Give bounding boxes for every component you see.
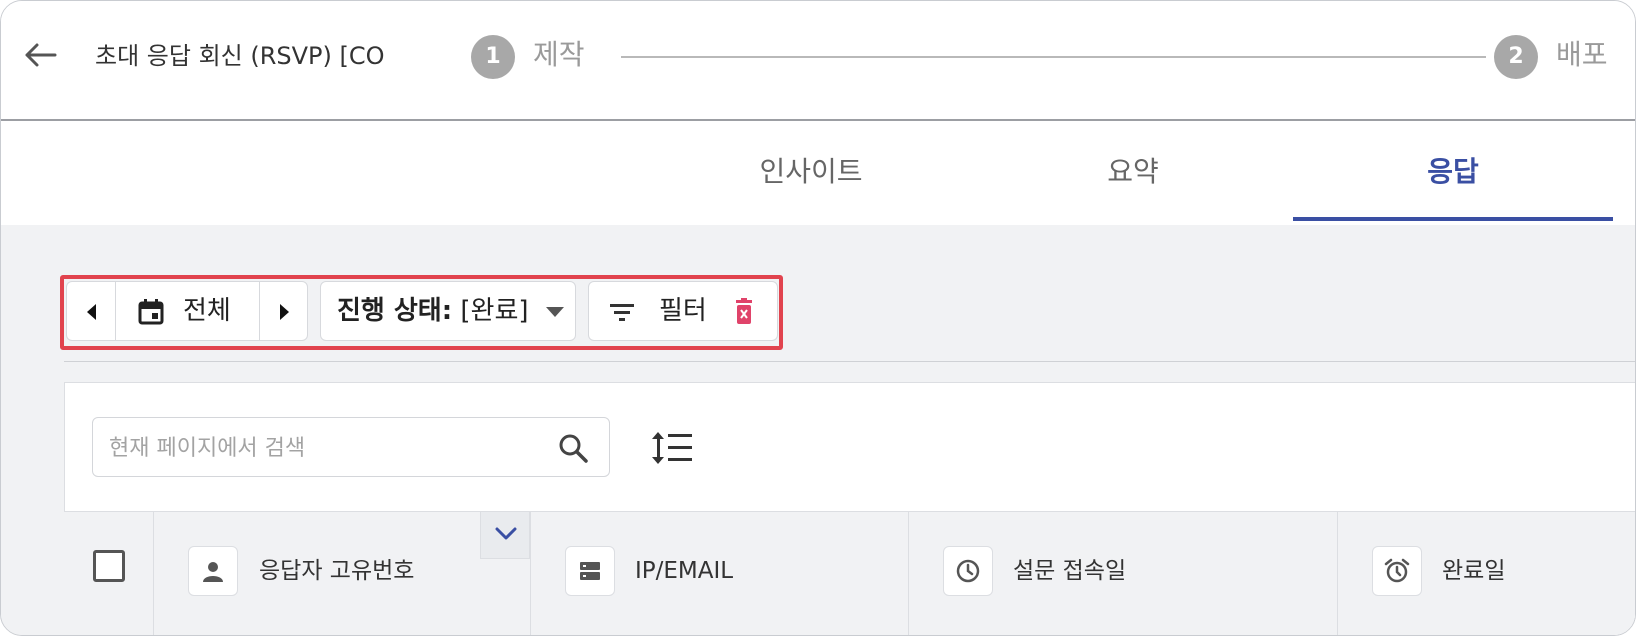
step-1-label[interactable]: 제작 (533, 35, 585, 75)
tab-responses[interactable]: 응답 (1293, 121, 1613, 225)
app-window: 초대 응답 회신 (RSVP) [CO 1 제작 2 배포 인사이트 요약 응답… (0, 0, 1636, 636)
search-icon[interactable] (557, 432, 589, 464)
select-all-checkbox[interactable] (93, 550, 125, 582)
step-1-number[interactable]: 1 (471, 35, 515, 79)
column-header-ip-email[interactable]: IP/EMAIL (635, 554, 733, 588)
alarm-icon (1384, 558, 1410, 583)
delete-filter-icon[interactable] (733, 298, 755, 326)
filter-label: 필터 (659, 296, 707, 326)
status-dropdown-text: 진행 상태: [완료] (337, 293, 529, 329)
survey-title: 초대 응답 회신 (RSVP) [CO (95, 42, 385, 70)
status-prefix: 진행 상태: (337, 296, 453, 326)
top-header: 초대 응답 회신 (RSVP) [CO 1 제작 2 배포 (1, 1, 1635, 121)
column-header-survey-access-date[interactable]: 설문 접속일 (1013, 554, 1126, 588)
chevron-down-icon (495, 527, 517, 540)
column-icon-chip (188, 546, 238, 596)
filter-icon (610, 304, 634, 321)
view-tabs: 인사이트 요약 응답 (1, 121, 1635, 225)
step-2-label[interactable]: 배포 (1556, 35, 1608, 75)
column-header-completion-date[interactable]: 완료일 (1442, 554, 1505, 588)
column-separator (1337, 511, 1338, 635)
date-range-navigator: 전체 (66, 281, 308, 341)
clock-icon (956, 559, 980, 583)
server-icon (580, 562, 600, 580)
column-separator (530, 511, 531, 635)
column-separator (908, 511, 909, 635)
next-period-icon[interactable] (275, 302, 293, 322)
column-header-respondent-id[interactable]: 응답자 고유번호 (259, 554, 414, 588)
row-density-icon[interactable] (651, 429, 693, 467)
step-2-number[interactable]: 2 (1494, 35, 1538, 79)
column-icon-chip (565, 546, 615, 596)
column-icon-chip (1372, 546, 1422, 596)
calendar-icon[interactable] (137, 298, 165, 326)
date-range-label[interactable]: 전체 (183, 293, 231, 329)
status-value: [완료] (460, 296, 529, 326)
toolbar-divider (259, 282, 260, 340)
caret-down-icon (546, 307, 564, 317)
previous-period-icon[interactable] (83, 302, 101, 322)
active-tab-indicator (1293, 217, 1613, 221)
filter-button[interactable]: 필터 (588, 281, 778, 341)
section-divider (64, 361, 1635, 362)
collapse-columns-button[interactable] (480, 511, 530, 559)
tab-insight[interactable]: 인사이트 (701, 121, 921, 225)
column-separator (153, 511, 154, 635)
tab-summary[interactable]: 요약 (1023, 121, 1243, 225)
search-input[interactable] (107, 428, 551, 468)
column-icon-chip (943, 546, 993, 596)
status-dropdown[interactable]: 진행 상태: [완료] (320, 281, 576, 341)
page-search-box (92, 417, 610, 477)
step-connector-line (621, 56, 1486, 58)
back-arrow-icon[interactable] (23, 41, 59, 69)
toolbar-divider (115, 282, 116, 340)
person-icon (203, 562, 223, 582)
